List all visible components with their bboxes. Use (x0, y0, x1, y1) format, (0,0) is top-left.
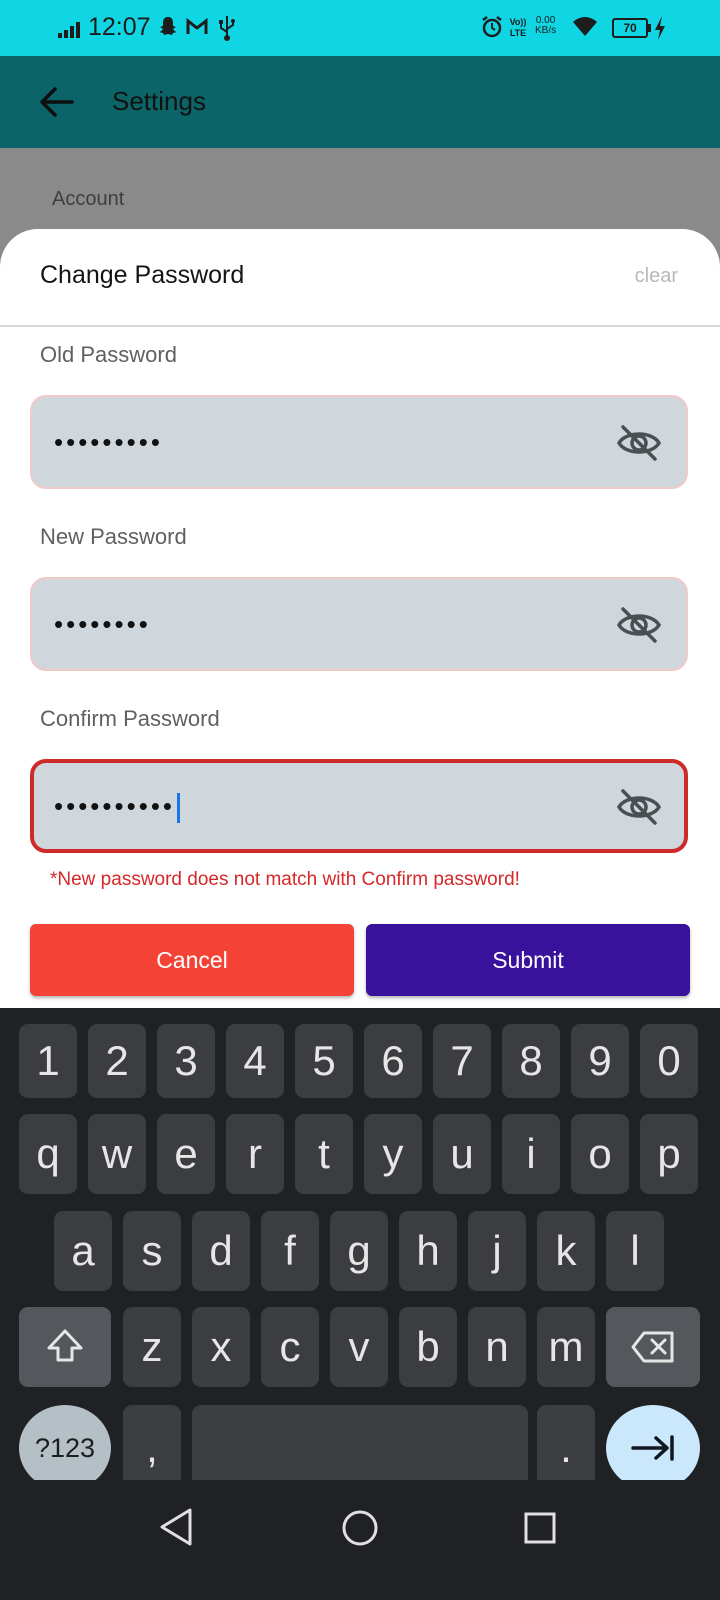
key-c[interactable]: c (261, 1307, 319, 1387)
key-s[interactable]: s (123, 1211, 181, 1291)
volte-icon: Vo)) LTE (510, 17, 527, 38)
key-i[interactable]: i (502, 1114, 560, 1194)
eye-off-icon[interactable] (616, 423, 662, 463)
key-y[interactable]: y (364, 1114, 422, 1194)
text-cursor (177, 793, 181, 824)
section-label-account: Account (52, 188, 125, 210)
svg-text:Vo)): Vo)) (510, 17, 527, 27)
old-password-label: Old Password (40, 342, 177, 367)
network-speed-unit: KB/s (535, 25, 557, 36)
snapchat-icon (159, 17, 177, 35)
key-6[interactable]: 6 (364, 1024, 422, 1098)
key-2[interactable]: 2 (88, 1024, 146, 1098)
space-key[interactable] (192, 1405, 528, 1491)
signal-icon (58, 22, 80, 38)
backspace-icon (631, 1331, 674, 1363)
gmail-icon (186, 17, 208, 34)
status-time: 12:07 (88, 13, 151, 41)
status-bar: 12:07 Vo)) LTE 0.00 KB/s 70 (0, 0, 720, 56)
shift-key[interactable] (19, 1307, 111, 1387)
key-p[interactable]: p (640, 1114, 698, 1194)
eye-off-icon[interactable] (616, 605, 662, 645)
page-title: Settings (112, 86, 206, 116)
key-8[interactable]: 8 (502, 1024, 560, 1098)
key-9[interactable]: 9 (571, 1024, 629, 1098)
key-o[interactable]: o (571, 1114, 629, 1194)
confirm-password-value-wrap: •••••••••• (54, 791, 181, 824)
arrow-back-icon[interactable] (38, 84, 74, 120)
new-password-value: •••••••• (54, 609, 151, 639)
key-j[interactable]: j (468, 1211, 526, 1291)
confirm-password-input[interactable]: •••••••••• (30, 759, 688, 853)
home-circle-icon[interactable] (340, 1508, 380, 1548)
clear-button[interactable]: clear (635, 265, 678, 288)
period-key[interactable]: . (537, 1405, 595, 1491)
key-u[interactable]: u (433, 1114, 491, 1194)
network-speed: 0.00 KB/s (535, 16, 556, 36)
key-5[interactable]: 5 (295, 1024, 353, 1098)
cancel-button[interactable]: Cancel (30, 924, 354, 996)
key-3[interactable]: 3 (157, 1024, 215, 1098)
tab-next-icon (631, 1435, 674, 1461)
key-0[interactable]: 0 (640, 1024, 698, 1098)
key-v[interactable]: v (330, 1307, 388, 1387)
usb-icon (219, 16, 235, 41)
new-password-input[interactable]: •••••••• (30, 577, 688, 671)
key-r[interactable]: r (226, 1114, 284, 1194)
key-e[interactable]: e (157, 1114, 215, 1194)
key-k[interactable]: k (537, 1211, 595, 1291)
key-f[interactable]: f (261, 1211, 319, 1291)
key-b[interactable]: b (399, 1307, 457, 1387)
next-key[interactable] (606, 1405, 700, 1491)
submit-button[interactable]: Submit (366, 924, 690, 996)
key-t[interactable]: t (295, 1114, 353, 1194)
eye-off-icon[interactable] (616, 787, 662, 827)
key-g[interactable]: g (330, 1211, 388, 1291)
svg-text:LTE: LTE (510, 28, 526, 38)
back-triangle-icon[interactable] (158, 1506, 194, 1548)
recents-square-icon[interactable] (522, 1510, 558, 1546)
key-q[interactable]: q (19, 1114, 77, 1194)
comma-key[interactable]: , (123, 1405, 181, 1491)
old-password-input[interactable]: ••••••••• (30, 395, 688, 489)
old-password-value: ••••••••• (54, 427, 163, 457)
key-z[interactable]: z (123, 1307, 181, 1387)
key-1[interactable]: 1 (19, 1024, 77, 1098)
new-password-label: New Password (40, 524, 187, 549)
app-bar: Settings (0, 56, 720, 148)
key-n[interactable]: n (468, 1307, 526, 1387)
confirm-password-value: •••••••••• (54, 791, 176, 821)
key-a[interactable]: a (54, 1211, 112, 1291)
error-message: *New password does not match with Confir… (50, 869, 520, 890)
backspace-key[interactable] (606, 1307, 700, 1387)
key-7[interactable]: 7 (433, 1024, 491, 1098)
keyboard: 1 2 3 4 5 6 7 8 9 0 q w e r t y u i o p … (0, 1008, 720, 1491)
alarm-icon (482, 16, 502, 38)
key-m[interactable]: m (537, 1307, 595, 1387)
key-h[interactable]: h (399, 1211, 457, 1291)
key-w[interactable]: w (88, 1114, 146, 1194)
sheet-title: Change Password (40, 261, 245, 289)
change-password-sheet: Change Password clear Old Password •••••… (0, 229, 720, 1009)
system-nav-bar (0, 1480, 720, 1600)
confirm-password-label: Confirm Password (40, 706, 220, 731)
key-l[interactable]: l (606, 1211, 664, 1291)
charging-icon (655, 16, 665, 40)
key-d[interactable]: d (192, 1211, 250, 1291)
key-4[interactable]: 4 (226, 1024, 284, 1098)
divider (0, 325, 720, 327)
symbols-key[interactable]: ?123 (19, 1405, 111, 1491)
key-x[interactable]: x (192, 1307, 250, 1387)
shift-icon (47, 1329, 83, 1362)
battery-icon: 70 (612, 18, 651, 38)
wifi-icon (573, 17, 597, 36)
